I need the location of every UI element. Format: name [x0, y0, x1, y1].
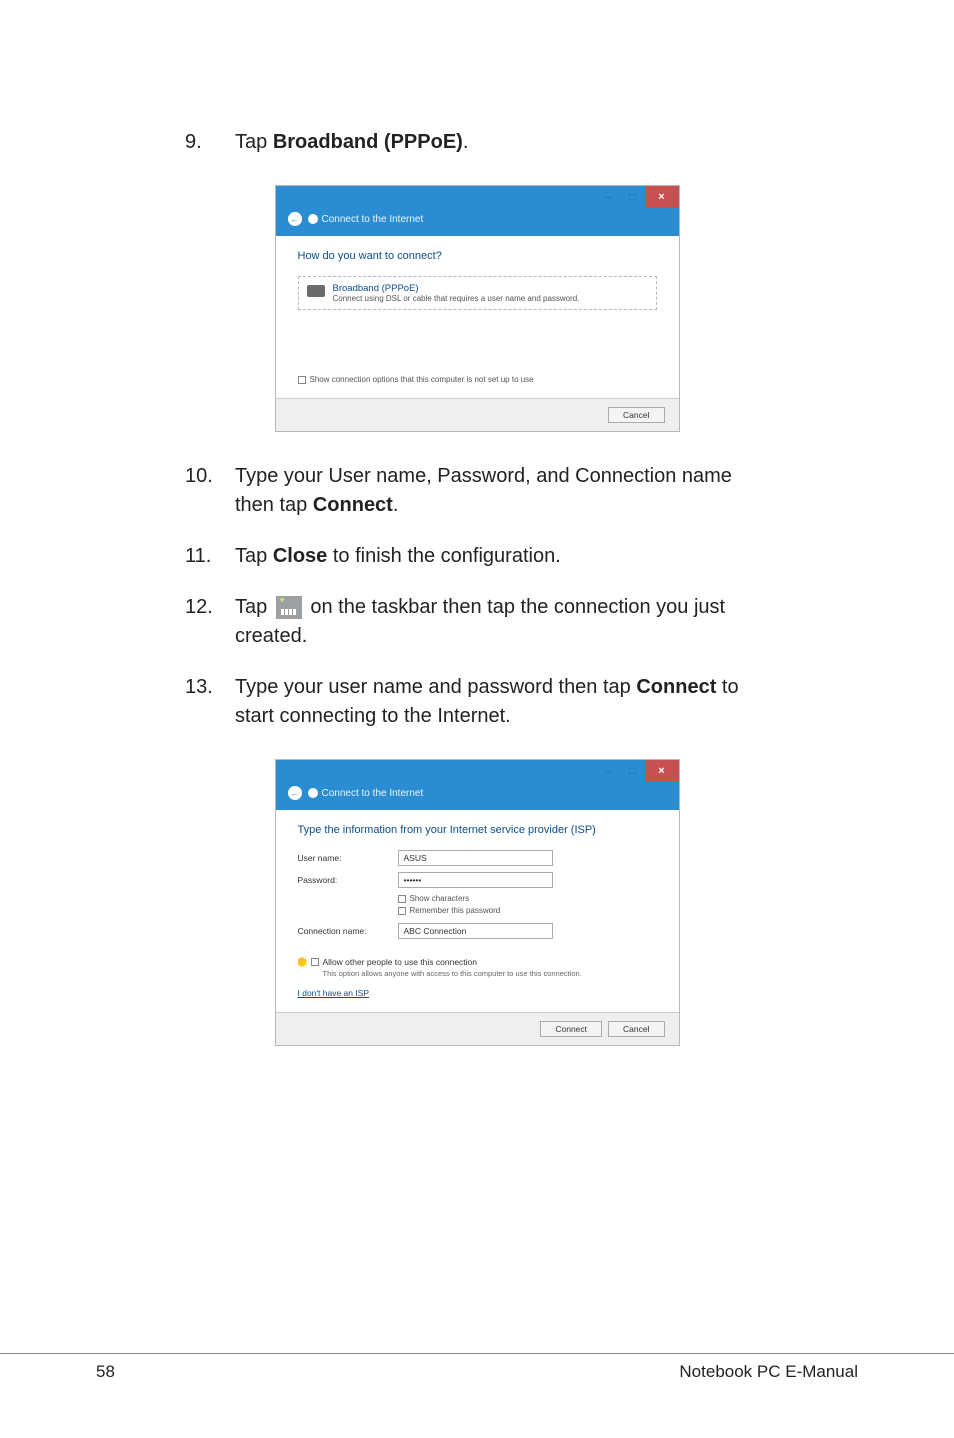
dialog-titlebar: – □ ×: [276, 760, 679, 782]
dialog-breadcrumb: ← Connect to the Internet: [276, 208, 679, 236]
show-options-checkbox-row[interactable]: Show connection options that this comput…: [298, 375, 657, 384]
dialog-breadcrumb: ← Connect to the Internet: [276, 782, 679, 810]
step-text: Tap on the taskbar then tap the connecti…: [235, 593, 769, 651]
option-title: Broadband (PPPoE): [333, 283, 580, 294]
back-button-icon[interactable]: ←: [288, 786, 302, 800]
close-button[interactable]: ×: [645, 186, 679, 208]
dialog-window: – □ × ← Connect to the Internet Type the…: [275, 759, 680, 1046]
step-12: 12. Tap on the taskbar then tap the conn…: [185, 593, 769, 651]
step-number: 13.: [185, 673, 235, 731]
network-taskbar-icon[interactable]: [276, 596, 302, 619]
allow-others-row[interactable]: Allow other people to use this connectio…: [298, 957, 657, 967]
step-text: Tap Close to finish the configuration.: [235, 542, 769, 571]
allow-others-label: Allow other people to use this connectio…: [323, 957, 478, 967]
modem-icon: [307, 285, 325, 297]
remember-password-row[interactable]: Remember this password: [398, 906, 657, 915]
no-isp-link[interactable]: I don't have an ISP: [298, 988, 370, 998]
connection-name-input[interactable]: ABC Connection: [398, 923, 553, 939]
dialog-titlebar: – □ ×: [276, 186, 679, 208]
globe-icon: [308, 788, 318, 798]
dialog-footer: Connect Cancel: [276, 1012, 679, 1045]
breadcrumb-text: Connect to the Internet: [322, 788, 424, 799]
minimize-button[interactable]: –: [597, 760, 621, 782]
step-13: 13. Type your user name and password the…: [185, 673, 769, 731]
allow-others-sub: This option allows anyone with access to…: [323, 969, 657, 978]
step-text: Type your user name and password then ta…: [235, 673, 769, 731]
step-10: 10. Type your User name, Password, and C…: [185, 462, 769, 520]
show-characters-row[interactable]: Show characters: [398, 894, 657, 903]
step-text: Tap Broadband (PPPoE).: [235, 128, 769, 157]
step-number: 10.: [185, 462, 235, 520]
breadcrumb-text: Connect to the Internet: [322, 214, 424, 225]
username-row: User name: ASUS: [298, 850, 657, 866]
username-label: User name:: [298, 853, 398, 863]
dialog-window: – □ × ← Connect to the Internet How do y…: [275, 185, 680, 432]
password-label: Password:: [298, 875, 398, 885]
dialog-connect-method: – □ × ← Connect to the Internet How do y…: [185, 185, 769, 432]
dialog-footer: Cancel: [276, 398, 679, 431]
step-number: 9.: [185, 128, 235, 157]
show-characters-label: Show characters: [410, 894, 470, 903]
show-options-label: Show connection options that this comput…: [310, 375, 534, 384]
checkbox-icon[interactable]: [298, 376, 306, 384]
shield-icon: [298, 957, 307, 967]
manual-title: Notebook PC E-Manual: [679, 1362, 858, 1382]
broadband-pppoe-option[interactable]: Broadband (PPPoE) Connect using DSL or c…: [298, 276, 657, 310]
connection-name-row: Connection name: ABC Connection: [298, 923, 657, 939]
step-9: 9. Tap Broadband (PPPoE).: [185, 128, 769, 157]
maximize-button[interactable]: □: [621, 760, 645, 782]
step-text: Type your User name, Password, and Conne…: [235, 462, 769, 520]
maximize-button[interactable]: □: [621, 186, 645, 208]
step-number: 11.: [185, 542, 235, 571]
username-input[interactable]: ASUS: [398, 850, 553, 866]
dialog-body: Type the information from your Internet …: [276, 810, 679, 1012]
page-number: 58: [96, 1362, 115, 1382]
dialog-heading: Type the information from your Internet …: [298, 824, 657, 836]
dialog-body: How do you want to connect? Broadband (P…: [276, 236, 679, 398]
cancel-button[interactable]: Cancel: [608, 407, 664, 423]
dialog-isp-info: – □ × ← Connect to the Internet Type the…: [185, 759, 769, 1046]
cancel-button[interactable]: Cancel: [608, 1021, 664, 1037]
password-row: Password: ••••••: [298, 872, 657, 888]
close-button[interactable]: ×: [645, 760, 679, 782]
connection-name-label: Connection name:: [298, 926, 398, 936]
dialog-heading: How do you want to connect?: [298, 250, 657, 262]
connect-button[interactable]: Connect: [540, 1021, 602, 1037]
page-footer: 58 Notebook PC E-Manual: [0, 1353, 954, 1382]
globe-icon: [308, 214, 318, 224]
remember-password-label: Remember this password: [410, 906, 501, 915]
back-button-icon[interactable]: ←: [288, 212, 302, 226]
option-subtitle: Connect using DSL or cable that requires…: [333, 294, 580, 303]
checkbox-icon[interactable]: [398, 895, 406, 903]
password-input[interactable]: ••••••: [398, 872, 553, 888]
step-11: 11. Tap Close to finish the configuratio…: [185, 542, 769, 571]
checkbox-icon[interactable]: [311, 958, 319, 966]
step-number: 12.: [185, 593, 235, 651]
minimize-button[interactable]: –: [597, 186, 621, 208]
checkbox-icon[interactable]: [398, 907, 406, 915]
